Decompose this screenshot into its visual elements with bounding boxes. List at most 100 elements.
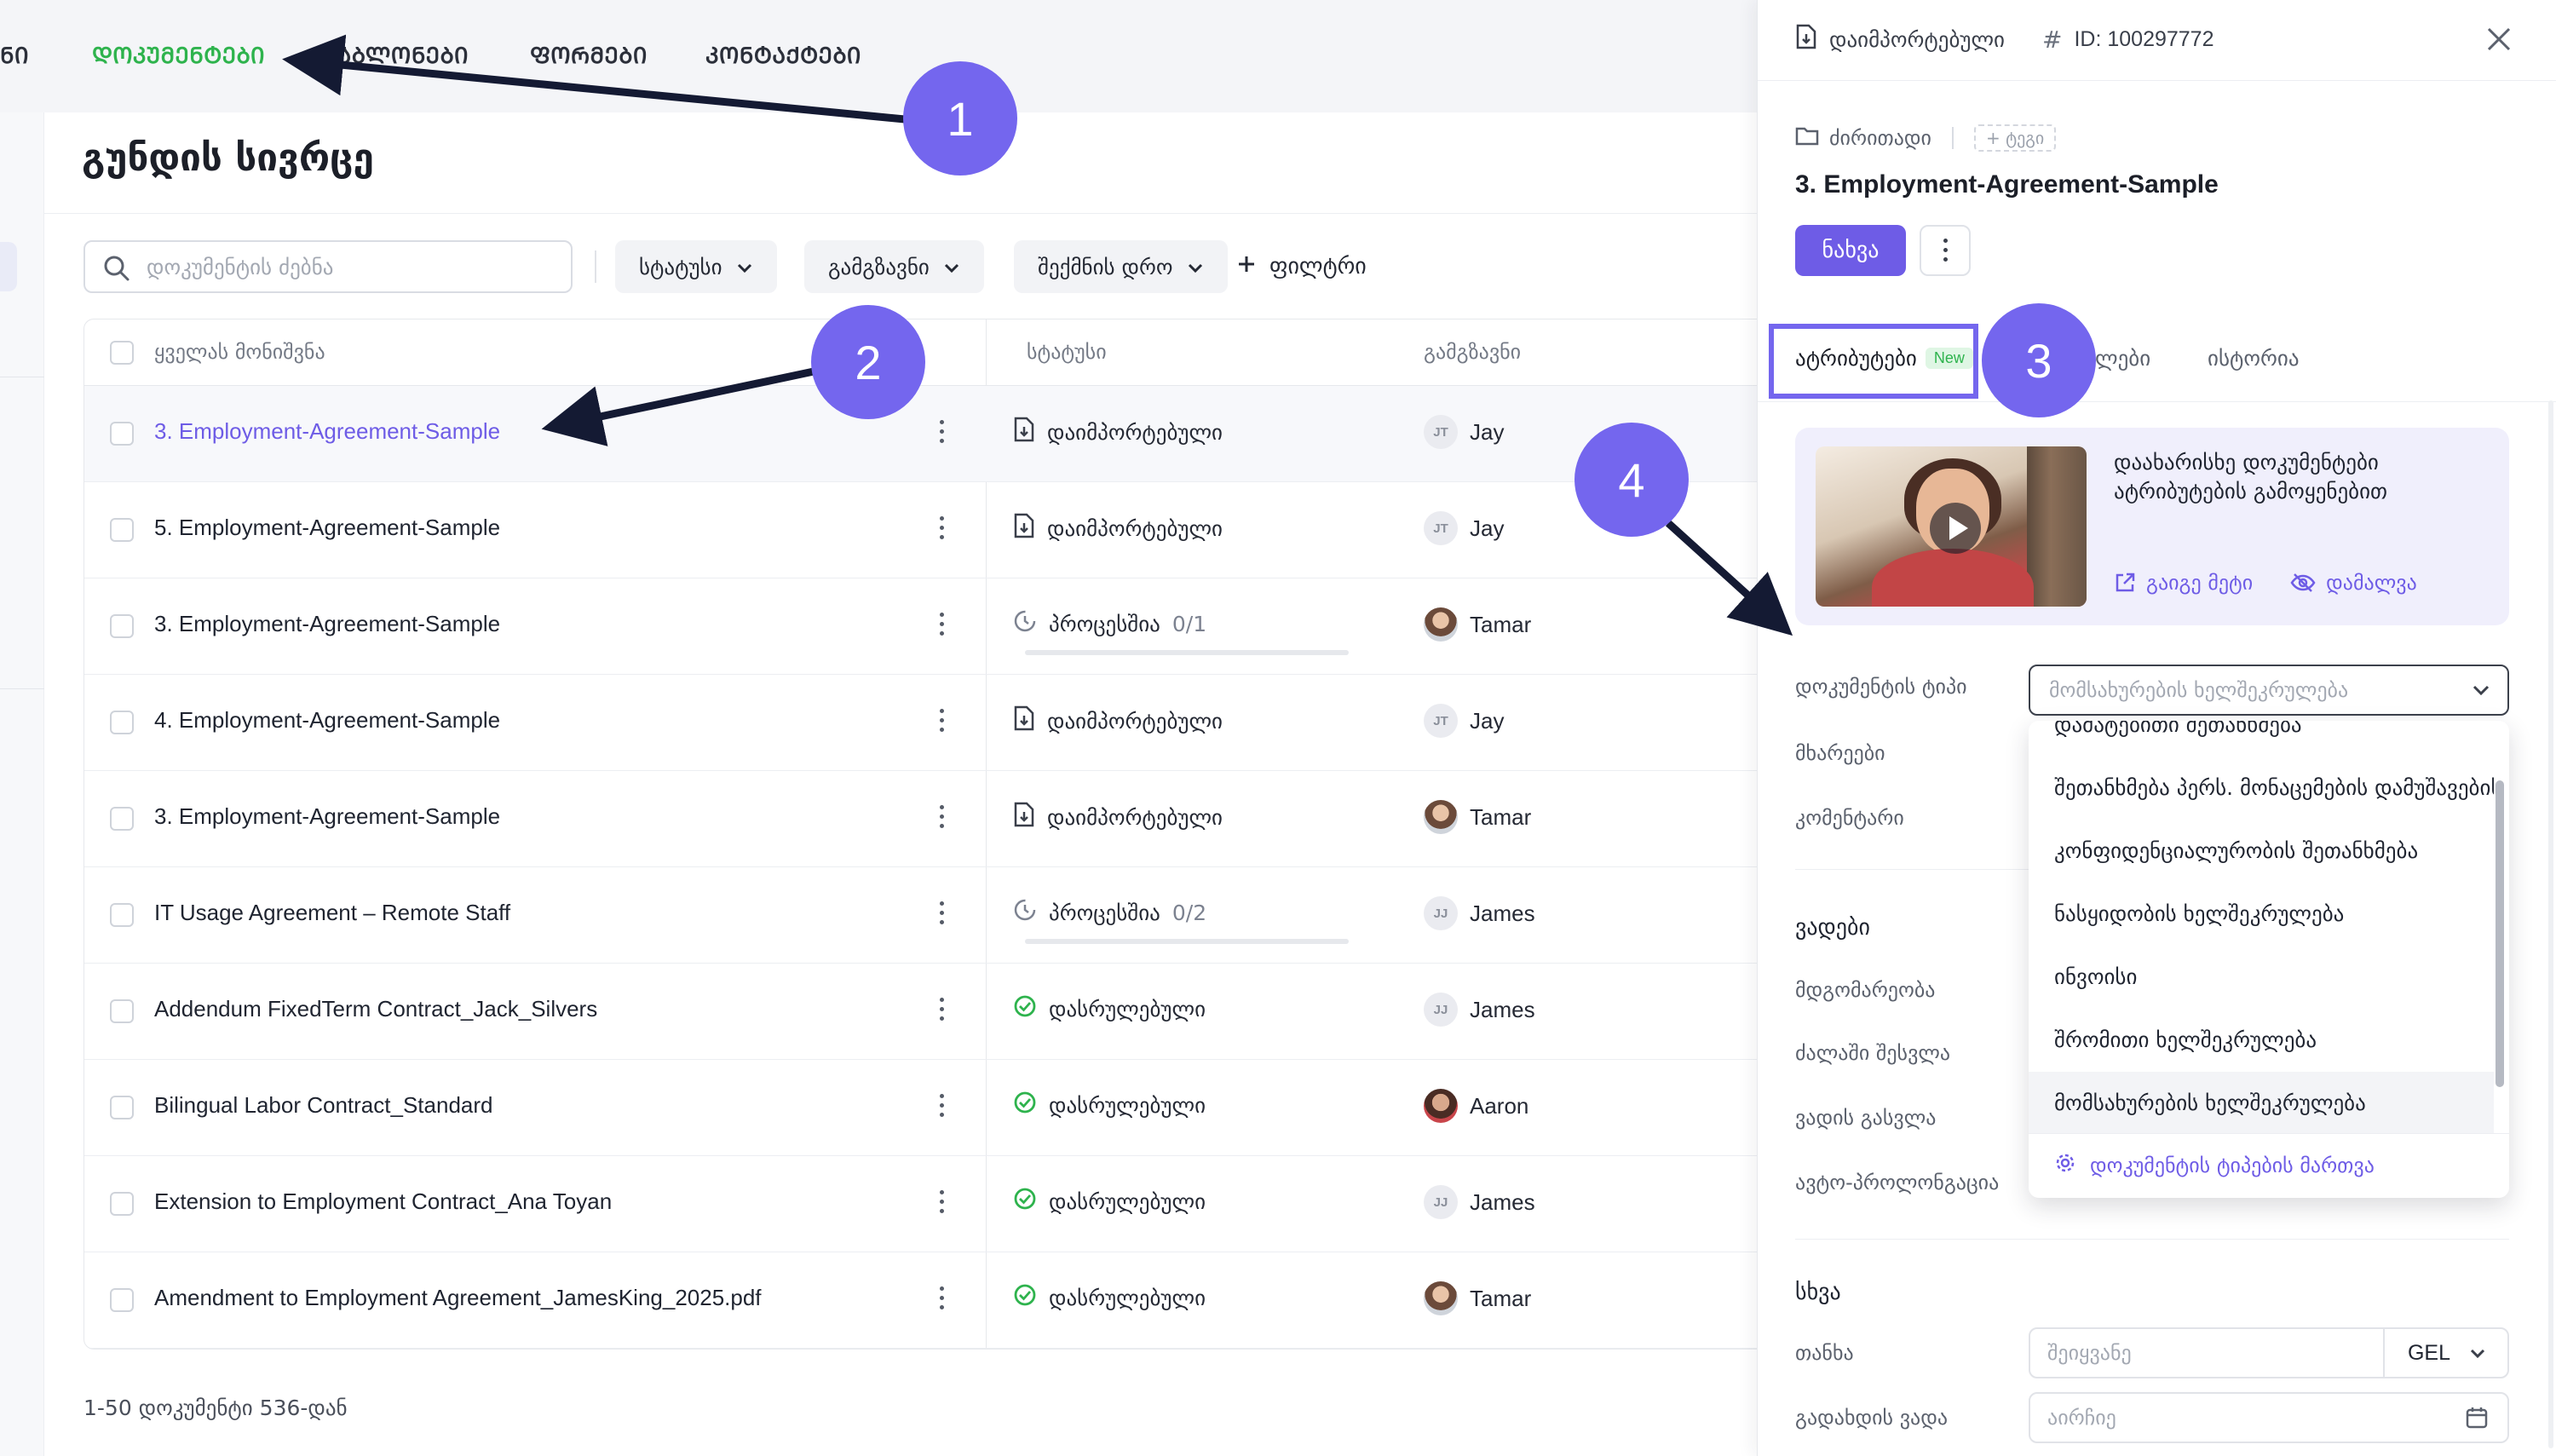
row-checkbox[interactable] <box>110 999 134 1023</box>
row-more-options-icon[interactable] <box>936 802 947 836</box>
calendar-icon[interactable] <box>2465 1406 2489 1433</box>
document-name-link[interactable]: Extension to Employment Contract_Ana Toy… <box>154 1188 612 1215</box>
side-rail-active-marker[interactable] <box>0 242 17 291</box>
doc-type-option[interactable]: ნასყიდობის ხელშეკრულება <box>2029 883 2494 944</box>
add-tag-button[interactable]: + ტეგი <box>1973 124 2057 152</box>
learn-more-link[interactable]: გაიგე მეტი <box>2114 571 2253 595</box>
status-cell: დაიმპორტებული <box>1013 417 1223 447</box>
dropdown-scrollbar[interactable] <box>2496 780 2504 1087</box>
amount-field[interactable]: GEL <box>2029 1327 2509 1378</box>
nav-tab-contacts[interactable]: ᲙᲝᲜᲢᲐᲥᲢᲔᲑᲘ <box>705 39 861 70</box>
row-checkbox[interactable] <box>110 807 134 831</box>
panel-scrollbar[interactable] <box>2548 400 2553 1448</box>
payment-date-field[interactable] <box>2029 1392 2509 1443</box>
row-checkbox[interactable] <box>110 518 134 542</box>
amount-input[interactable] <box>2047 1338 2371 1368</box>
nav-tab-documents[interactable]: ᲓᲝᲙᲣᲛᲔᲜᲢᲔᲑᲘ <box>92 39 265 70</box>
doc-type-option[interactable]: შეთანხმება პერს. მონაცემების დამუშავების… <box>2029 757 2494 818</box>
header-sender[interactable]: გამგზავნი <box>1424 340 1521 364</box>
status-count: 0/1 <box>1172 611 1207 636</box>
row-more-options-icon[interactable] <box>936 609 947 643</box>
table-row[interactable]: 3. Employment-Agreement-Sample პროცესშია 0… <box>84 578 1757 675</box>
search-input[interactable] <box>147 249 556 285</box>
close-icon[interactable] <box>2482 22 2516 56</box>
row-more-options-icon[interactable] <box>936 705 947 740</box>
row-more-options-icon[interactable] <box>936 417 947 451</box>
document-title: 3. Employment-Agreement-Sample <box>1795 170 2219 199</box>
select-all-checkbox[interactable] <box>110 341 134 365</box>
filter-sender-dropdown[interactable]: გამგზავნი <box>804 240 984 293</box>
avatar: JJ <box>1424 896 1458 930</box>
tab-attributes[interactable]: ატრიბუტები New <box>1795 346 1973 371</box>
manage-doc-types-button[interactable]: დოკუმენტის ტიპების მართვა <box>2054 1152 2375 1179</box>
tab-history[interactable]: ისტორია <box>2208 346 2300 371</box>
document-name-link[interactable]: 3. Employment-Agreement-Sample <box>154 611 500 637</box>
row-more-options-icon[interactable] <box>936 1283 947 1317</box>
doc-type-option[interactable]: დამატებითი შეთანხმება <box>2029 721 2494 755</box>
doc-type-placeholder: მომსახურების ხელშეკრულება <box>2049 678 2349 702</box>
doc-type-option[interactable]: შრომითი ხელშეკრულება <box>2029 1009 2494 1070</box>
progress-bar <box>1025 939 1349 944</box>
nav-tab-partial[interactable]: ᲜᲘ <box>0 39 29 70</box>
sender-cell: JJ James <box>1424 993 1535 1027</box>
document-name-link[interactable]: 3. Employment-Agreement-Sample <box>154 418 500 445</box>
hide-promo-link[interactable]: დამალვა <box>2290 571 2417 595</box>
document-name-link[interactable]: 5. Employment-Agreement-Sample <box>154 515 500 541</box>
status-cell: დასრულებული <box>1013 1091 1206 1119</box>
side-rail-divider <box>0 688 44 689</box>
check-circle-icon <box>1013 1187 1037 1216</box>
row-more-options-icon[interactable] <box>936 1187 947 1221</box>
nav-tab-forms[interactable]: ᲤᲝᲠᲛᲔᲑᲘ <box>530 39 648 70</box>
row-checkbox[interactable] <box>110 1192 134 1216</box>
row-checkbox[interactable] <box>110 1288 134 1312</box>
document-name-link[interactable]: Addendum FixedTerm Contract_Jack_Silvers <box>154 996 597 1022</box>
header-status[interactable]: სტატუსი <box>1027 340 1107 364</box>
table-row[interactable]: Bilingual Labor Contract_Standard დასრულე… <box>84 1060 1757 1156</box>
promo-video-thumbnail[interactable] <box>1816 446 2087 607</box>
table-row[interactable]: Amendment to Employment Agreement_JamesK… <box>84 1252 1757 1349</box>
filter-created-label: შექმნის დრო <box>1038 254 1173 279</box>
table-row[interactable]: IT Usage Agreement – Remote Staff პროცესშ… <box>84 867 1757 964</box>
row-checkbox[interactable] <box>110 1096 134 1119</box>
tab-files[interactable]: ლები <box>2095 346 2150 371</box>
row-more-options-icon[interactable] <box>936 898 947 932</box>
payment-date-input[interactable] <box>2047 1402 2371 1433</box>
table-row[interactable]: 5. Employment-Agreement-Sample დაიმპორტებ… <box>84 482 1757 578</box>
row-checkbox[interactable] <box>110 711 134 734</box>
gear-icon <box>2054 1152 2076 1179</box>
view-button[interactable]: ნახვა <box>1795 225 1906 276</box>
table-row[interactable]: Addendum FixedTerm Contract_Jack_Silvers… <box>84 964 1757 1060</box>
doc-type-select[interactable]: მომსახურების ხელშეკრულება <box>2029 665 2509 716</box>
document-name-link[interactable]: Amendment to Employment Agreement_JamesK… <box>154 1285 762 1311</box>
document-name-link[interactable]: 3. Employment-Agreement-Sample <box>154 803 500 830</box>
play-icon[interactable] <box>1930 503 1981 554</box>
filter-status-dropdown[interactable]: სტატუსი <box>615 240 777 293</box>
document-name-link[interactable]: 4. Employment-Agreement-Sample <box>154 707 500 734</box>
document-name-link[interactable]: Bilingual Labor Contract_Standard <box>154 1092 492 1119</box>
row-checkbox[interactable] <box>110 614 134 638</box>
more-options-button[interactable] <box>1920 225 1971 276</box>
filter-created-dropdown[interactable]: შექმნის დრო <box>1014 240 1228 293</box>
document-name-link[interactable]: IT Usage Agreement – Remote Staff <box>154 900 510 926</box>
status-text: დაიმპორტებული <box>1047 419 1223 445</box>
row-checkbox[interactable] <box>110 903 134 927</box>
folder-name[interactable]: ძირითადი <box>1829 126 1931 150</box>
chevron-down-icon <box>943 255 960 279</box>
doc-type-option[interactable]: კონფიდენციალურობის შეთანხმება <box>2029 820 2494 881</box>
table-row[interactable]: 3. Employment-Agreement-Sample დაიმპორტებ… <box>84 386 1757 482</box>
currency-select[interactable]: GEL <box>2383 1329 2509 1377</box>
add-filter-button[interactable]: ფილტრი <box>1237 240 1367 293</box>
search-box[interactable] <box>83 240 573 293</box>
row-more-options-icon[interactable] <box>936 1091 947 1125</box>
table-row[interactable]: 4. Employment-Agreement-Sample დაიმპორტებ… <box>84 675 1757 771</box>
nav-tab-templates[interactable]: ᲨᲐᲑᲚᲝᲜᲔᲑᲘ <box>324 39 469 70</box>
documents-table: ყველას მონიშვნა სტატუსი გამგზავნი 3. Emp… <box>83 319 1757 1350</box>
table-row[interactable]: 3. Employment-Agreement-Sample დაიმპორტებ… <box>84 771 1757 867</box>
row-checkbox[interactable] <box>110 422 134 446</box>
doc-type-option[interactable]: ინვოისი <box>2029 946 2494 1007</box>
table-row[interactable]: Extension to Employment Contract_Ana Toy… <box>84 1156 1757 1252</box>
row-more-options-icon[interactable] <box>936 994 947 1028</box>
doc-type-option[interactable]: მომსახურების ხელშეკრულება <box>2029 1072 2494 1133</box>
row-more-options-icon[interactable] <box>936 513 947 547</box>
document-id[interactable]: ID: 100297772 <box>2074 27 2213 52</box>
